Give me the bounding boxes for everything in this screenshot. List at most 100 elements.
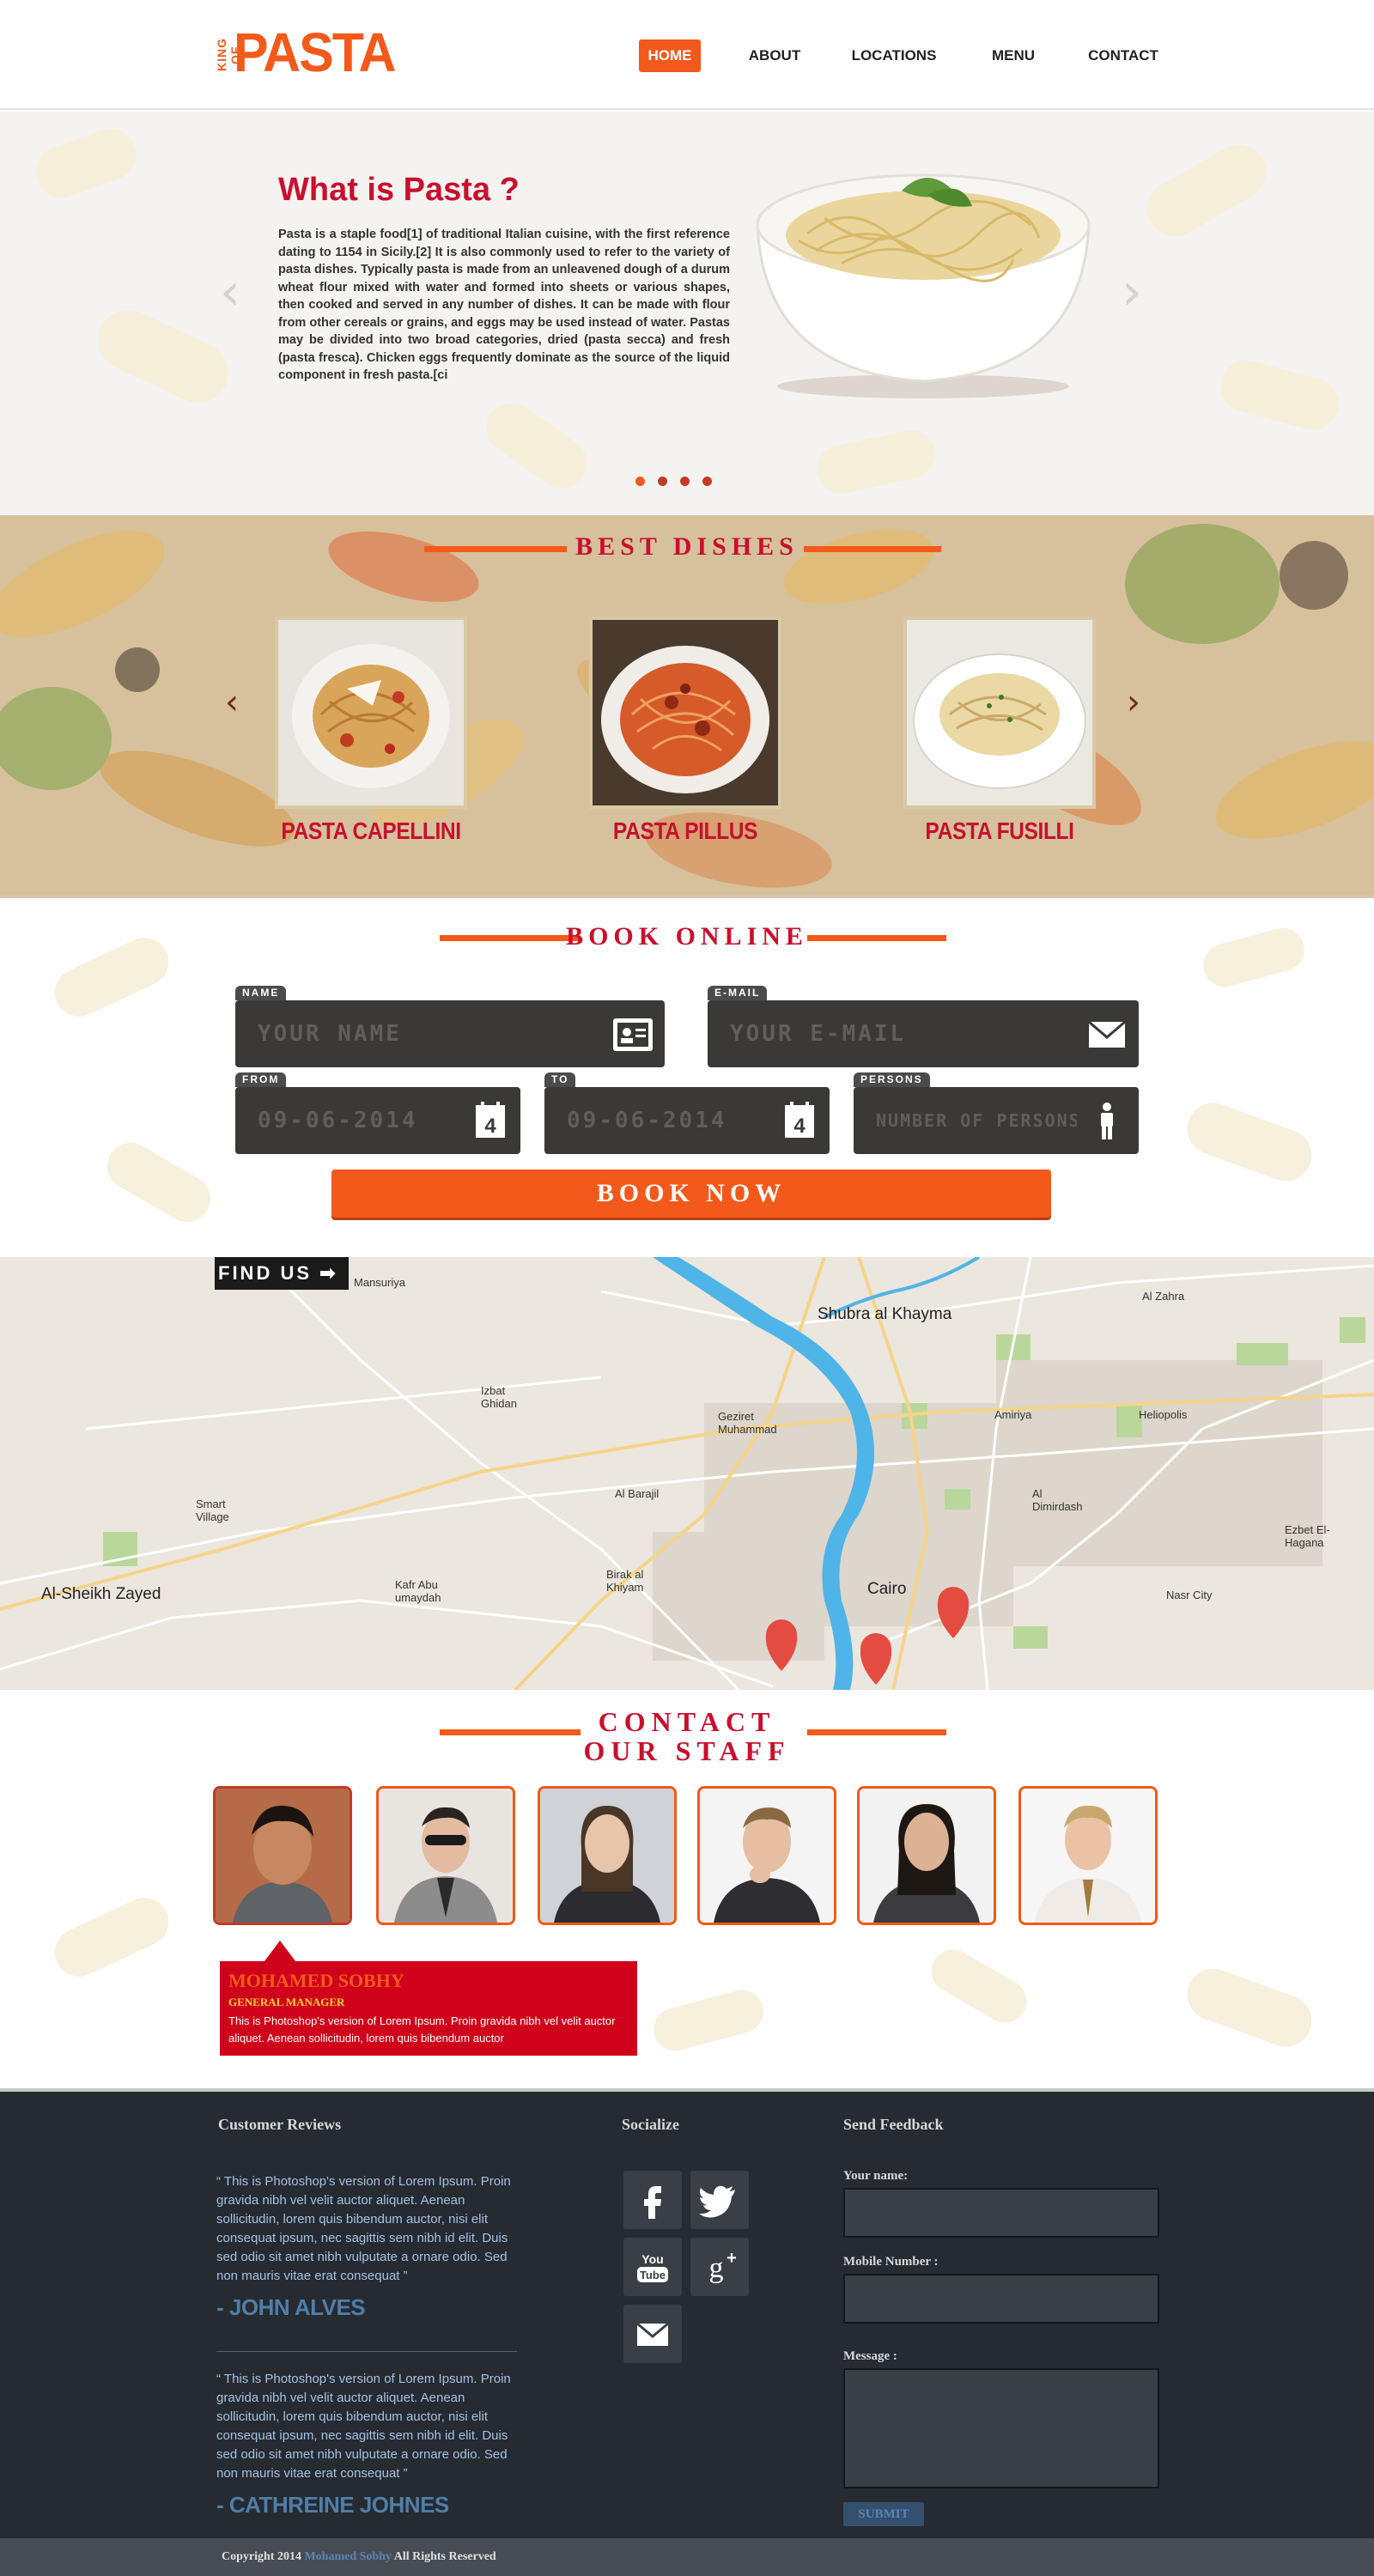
email-field: [708, 1000, 1139, 1067]
persons-field: [854, 1087, 1139, 1154]
find-us-label: FIND US: [218, 1262, 312, 1284]
facebook-icon[interactable]: [623, 2171, 682, 2229]
review-quote: “ This is Photoshop's version of Lorem I…: [216, 2174, 511, 2283]
staff-portrait: [860, 1789, 994, 1923]
dish-photo: [278, 620, 464, 805]
dish-photo: [907, 620, 1092, 805]
site-header: KING OF PASTA HOME ABOUT LOCATIONS MENU …: [0, 0, 1374, 110]
name-field: [235, 1000, 665, 1067]
email-icon[interactable]: [623, 2305, 682, 2363]
dishes-prev-arrow[interactable]: ‹: [225, 685, 239, 720]
staff-portrait: [379, 1789, 513, 1923]
dish-name-fusilli[interactable]: PASTA FUSILLI: [886, 817, 1113, 845]
nav-about[interactable]: ABOUT: [740, 39, 809, 72]
name-input[interactable]: [258, 1000, 580, 1067]
submit-button[interactable]: SUBMIT: [843, 2502, 924, 2526]
dish-image-pillus[interactable]: [589, 617, 781, 809]
map-label: Smart Village: [196, 1498, 229, 1523]
google-plus-icon[interactable]: g +: [690, 2238, 749, 2296]
staff-title: CONTACT OUR STAFF: [0, 1707, 1374, 1765]
book-now-button[interactable]: BOOK NOW: [331, 1170, 1051, 1218]
copyright-author-link[interactable]: Mohamed Sobhy: [304, 2550, 392, 2563]
person-icon: [1101, 1103, 1113, 1139]
staff-photo[interactable]: [857, 1786, 996, 1925]
from-date-input[interactable]: [258, 1087, 471, 1154]
map-label: Cairo: [867, 1580, 907, 1598]
from-field: 4: [235, 1087, 520, 1154]
decor-pasta: [812, 426, 940, 498]
svg-text:You: You: [641, 2252, 663, 2266]
decor-pasta: [28, 121, 143, 205]
map-label: Shubra al Khayma: [818, 1305, 952, 1323]
to-date-input[interactable]: [567, 1087, 781, 1154]
slider-dot[interactable]: [680, 477, 690, 486]
slider-dot[interactable]: [702, 477, 712, 486]
staff-photo[interactable]: [1018, 1786, 1158, 1925]
logo-tagline: KING OF: [215, 38, 242, 72]
staff-bio: This is Photoshop's version of Lorem Ips…: [228, 2014, 616, 2044]
review-text: This is Photoshop's version of Lorem Ips…: [216, 2174, 511, 2283]
review-author: - JOHN ALVES: [216, 2294, 366, 2320]
twitter-icon[interactable]: [690, 2171, 749, 2229]
map-label: Kafr Abu umaydah: [395, 1578, 441, 1604]
feedback-heading: Send Feedback: [843, 2116, 944, 2133]
socialize-heading: Socialize: [622, 2116, 679, 2133]
dish-name-pillus[interactable]: PASTA PILLUS: [572, 817, 799, 845]
nav-menu[interactable]: MENU: [984, 39, 1043, 72]
pasta-bowl-image: [756, 173, 1091, 398]
feedback-mobile-input[interactable]: [843, 2274, 1159, 2324]
location-map[interactable]: FIND US ➡ Mansuriya Shubra al Khayma Al …: [0, 1257, 1374, 1690]
email-label: E-MAIL: [708, 986, 768, 1000]
staff-title-line2: OUR STAFF: [583, 1735, 791, 1766]
envelope-icon: [1088, 1020, 1126, 1048]
staff-photo[interactable]: [538, 1786, 677, 1925]
hero-title: What is Pasta ?: [278, 172, 520, 208]
decor-pasta: [923, 1941, 1035, 2031]
to-label: TO: [544, 1072, 576, 1087]
best-dishes-title: BEST DISHES: [575, 532, 799, 561]
slider-dot[interactable]: [658, 477, 667, 486]
calendar-icon: 4: [785, 1102, 814, 1138]
staff-photo[interactable]: [376, 1786, 515, 1925]
staff-section: CONTACT OUR STAFF MOHAMED SOBHY GENERAL …: [0, 1690, 1374, 2092]
arrow-right-icon: ➡: [319, 1262, 338, 1284]
staff-name: MOHAMED SOBHY: [228, 1970, 404, 1991]
nav-contact[interactable]: CONTACT: [1082, 39, 1164, 72]
mobile-label: Mobile Number :: [843, 2255, 939, 2269]
svg-text:g: g: [709, 2252, 724, 2284]
svg-text:Tube: Tube: [640, 2269, 666, 2281]
staff-role: GENERAL MANAGER: [228, 1996, 345, 2008]
best-dishes-section: BEST DISHES ‹ › PASTA CAPELLINI PASTA PI…: [0, 515, 1374, 898]
dish-name-capellini[interactable]: PASTA CAPELLINI: [258, 817, 484, 845]
feedback-message-input[interactable]: [843, 2368, 1159, 2488]
nav-locations[interactable]: LOCATIONS: [847, 39, 941, 72]
nav-home[interactable]: HOME: [639, 39, 701, 72]
find-us-button[interactable]: FIND US ➡: [215, 1257, 349, 1290]
map-label: Al Dimirdash: [1032, 1487, 1083, 1513]
feedback-name-input[interactable]: [843, 2188, 1159, 2238]
staff-popup-pointer: [264, 1941, 295, 1961]
review-text: This is Photoshop's version of Lorem Ips…: [216, 2372, 511, 2481]
message-label: Message :: [843, 2349, 897, 2363]
persons-input[interactable]: [876, 1087, 1090, 1154]
staff-photo[interactable]: [213, 1786, 352, 1925]
slider-dot[interactable]: [635, 477, 645, 486]
logo-text: PASTA: [234, 21, 396, 83]
hero-next-arrow[interactable]: ›: [1122, 266, 1142, 318]
calendar-icon: 4: [476, 1102, 505, 1138]
review-quote: “ This is Photoshop's version of Lorem I…: [216, 2372, 511, 2481]
dish-image-capellini[interactable]: [275, 617, 467, 809]
staff-photo[interactable]: [697, 1786, 836, 1925]
youtube-icon[interactable]: You Tube: [623, 2238, 682, 2296]
decor-pasta: [88, 300, 239, 413]
dish-image-fusilli[interactable]: [903, 617, 1096, 809]
hero-prev-arrow[interactable]: ‹: [220, 266, 240, 318]
map-image: [0, 1257, 1374, 1690]
decor-pasta: [1180, 1096, 1319, 1188]
site-logo[interactable]: KING OF PASTA: [215, 22, 396, 82]
calendar-day: 4: [793, 1115, 806, 1138]
email-input[interactable]: [730, 1000, 1054, 1067]
dishes-next-arrow[interactable]: ›: [1127, 685, 1140, 720]
hero-description: Pasta is a staple food[1] of traditional…: [278, 228, 730, 382]
map-label: Ezbet El-Hagana: [1285, 1523, 1330, 1549]
